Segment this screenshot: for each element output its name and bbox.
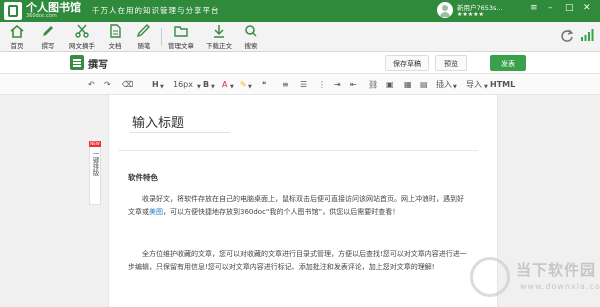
- one-click-layout-label: 一键排版: [91, 150, 99, 176]
- font-size-select[interactable]: 16px: [173, 79, 193, 91]
- minimize-icon[interactable]: –: [548, 3, 553, 13]
- font-size-chevron-down-icon[interactable]: ▼: [197, 81, 201, 93]
- content-subheading: 软件特色: [128, 173, 158, 182]
- editor-header: 撰写 保存草稿 预览 发表: [0, 52, 600, 74]
- quote-icon[interactable]: ❝: [262, 79, 266, 91]
- menu-icon[interactable]: ≡: [530, 3, 538, 13]
- highlight-chevron-down-icon[interactable]: ▼: [248, 81, 252, 93]
- watermark: 当下软件园 www.downxia.com: [470, 252, 600, 302]
- app-logo-icon: [4, 2, 22, 20]
- nav-home-label: 首页: [10, 42, 24, 50]
- undo-icon[interactable]: ↶: [88, 79, 95, 91]
- save-draft-button[interactable]: 保存草稿: [385, 55, 429, 71]
- content-paragraph-1[interactable]: 收录好文，将软件存放在自己的电脑桌面上，鼠标双击后便可直接访问该网站首页。网上冲…: [128, 193, 468, 219]
- title-bar: 个人图书馆 360doc.com 千万人在用的知识管理与分享平台 新用户7653…: [0, 0, 600, 22]
- nav-docs-label: 文档: [108, 42, 122, 50]
- link-icon[interactable]: ⛓: [368, 79, 378, 91]
- indent-icon[interactable]: ⇥: [334, 79, 341, 91]
- nav-essay-label: 随笔: [137, 42, 151, 50]
- nav-search-label: 搜索: [244, 42, 258, 50]
- import-menu[interactable]: 导入: [466, 79, 482, 91]
- one-click-layout-tab[interactable]: 一键排版: [89, 141, 101, 205]
- insert-menu[interactable]: 插入: [436, 79, 452, 91]
- search-icon: [245, 25, 257, 37]
- title-input[interactable]: 输入标题: [132, 112, 184, 131]
- watermark-url: www.downxia.com: [520, 282, 600, 291]
- font-color-chevron-down-icon[interactable]: ▼: [230, 81, 234, 93]
- html-button[interactable]: HTML: [490, 79, 515, 91]
- preview-button[interactable]: 预览: [435, 55, 467, 71]
- nav-manage-articles-label: 管理文章: [168, 42, 194, 50]
- redo-icon[interactable]: ↷: [104, 79, 111, 91]
- clear-format-icon[interactable]: ⌫: [122, 79, 133, 91]
- table-icon[interactable]: ▦: [404, 79, 412, 91]
- outdent-icon[interactable]: ⇤: [350, 79, 357, 91]
- watermark-text: 当下软件园: [516, 261, 597, 279]
- insert-chevron-down-icon[interactable]: ▼: [453, 81, 457, 93]
- app-brand-sub: 360doc.com: [26, 13, 57, 19]
- pencil-icon: [136, 24, 150, 38]
- editor-section-label: 撰写: [88, 60, 108, 71]
- nav-search[interactable]: 搜索: [240, 24, 262, 50]
- nav-download-text-label: 下载正文: [206, 42, 232, 50]
- nav-essay[interactable]: 随笔: [133, 24, 155, 50]
- para1-text-b: ，可以方便快捷地存放到360doc“我的个人图书馆”，供您以后需要时查看！: [163, 208, 400, 216]
- write-doc-icon: [70, 55, 84, 70]
- new-badge: NEW: [89, 141, 101, 147]
- nav-home[interactable]: 首页: [6, 24, 28, 50]
- ordered-list-icon[interactable]: ⋮: [318, 79, 326, 91]
- app-slogan: 千万人在用的知识管理与分享平台: [92, 6, 220, 15]
- main-nav: 首页 撰写 网文摘手 文档 随笔 管理文章 下载正文 搜索: [0, 22, 600, 52]
- list-icon[interactable]: ☰: [300, 79, 307, 91]
- nav-web-clipper-label: 网文摘手: [69, 42, 95, 50]
- font-color-icon[interactable]: A: [222, 79, 227, 91]
- nav-docs[interactable]: 文档: [104, 24, 126, 50]
- download-icon: [214, 25, 224, 38]
- nav-write[interactable]: 撰写: [37, 24, 59, 50]
- heading-button[interactable]: H: [152, 79, 159, 91]
- more-icon[interactable]: ▤: [420, 79, 428, 91]
- content-paragraph-2[interactable]: 全方位维护收藏的文章，您可以对收藏的文章进行目录式管理，方便以后查找!您可以对文…: [128, 248, 468, 274]
- document-icon: [110, 24, 121, 38]
- maximize-icon[interactable]: □: [565, 3, 574, 13]
- nav-web-clipper[interactable]: 网文摘手: [64, 24, 100, 50]
- publish-button[interactable]: 发表: [490, 55, 526, 71]
- nav-download-text[interactable]: 下载正文: [203, 24, 235, 50]
- sync-icon[interactable]: [560, 28, 574, 42]
- title-divider: [118, 150, 478, 151]
- import-chevron-down-icon[interactable]: ▼: [484, 81, 488, 93]
- close-icon[interactable]: ✕: [583, 3, 591, 13]
- align-icon[interactable]: ≡: [282, 79, 289, 91]
- user-avatar[interactable]: [437, 2, 453, 18]
- para1-link[interactable]: 美图: [149, 208, 163, 216]
- bold-button[interactable]: B: [203, 79, 209, 91]
- user-rating-stars: ★★★★★: [457, 11, 484, 18]
- watermark-logo-icon: [470, 257, 510, 297]
- nav-write-label: 撰写: [41, 42, 55, 50]
- home-icon: [10, 24, 24, 38]
- bold-chevron-down-icon[interactable]: ▼: [211, 81, 215, 93]
- scissors-icon: [75, 24, 89, 38]
- heading-chevron-down-icon[interactable]: ▼: [160, 81, 164, 93]
- image-icon[interactable]: ▣: [386, 79, 394, 91]
- folder-icon: [174, 26, 188, 37]
- title-underline: [130, 132, 230, 133]
- signal-icon: [581, 29, 594, 41]
- pen-icon: [43, 26, 53, 36]
- nav-divider: [161, 28, 162, 46]
- nav-manage-articles[interactable]: 管理文章: [165, 24, 197, 50]
- highlight-icon[interactable]: ✎: [240, 79, 247, 91]
- format-toolbar: ↶ ↷ ⌫ H ▼ 16px ▼ B ▼ A ▼ ✎ ▼ ❝ ≡ ☰ ⋮ ⇥ ⇤…: [0, 75, 600, 95]
